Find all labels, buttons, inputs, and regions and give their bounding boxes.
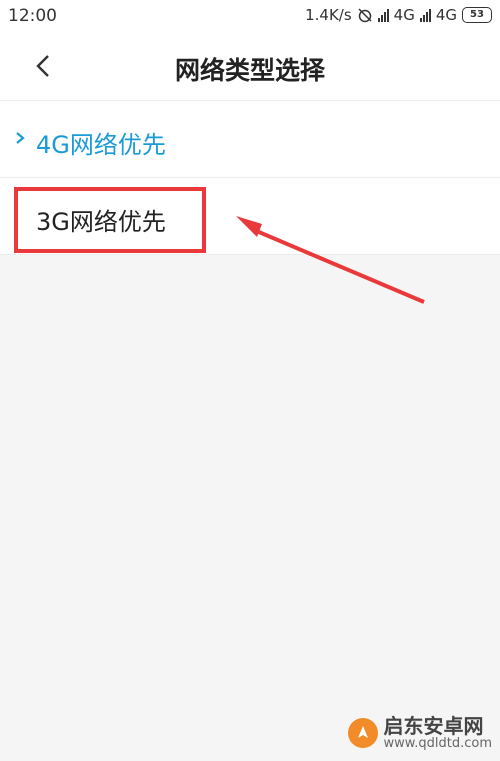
watermark-title: 启东安卓网 [383, 713, 484, 738]
watermark-url: www.qdldtd.com [383, 735, 492, 751]
option-4g[interactable]: 4G网络优先 [0, 101, 500, 178]
status-bar: 12:00 1.4K/s 4G 4G 53 [0, 0, 500, 34]
alarm-off-icon [358, 8, 372, 23]
network-type-2: 4G [435, 6, 457, 24]
header-bar: 网络类型选择 [0, 34, 500, 101]
option-label: 4G网络优先 [36, 131, 166, 159]
watermark: 启东安卓网 www.qdldtd.com [347, 715, 492, 751]
page-title: 网络类型选择 [174, 56, 325, 85]
network-speed: 1.4K/s [305, 6, 352, 24]
chevron-right-icon [16, 132, 25, 144]
battery-icon: 53 [462, 7, 492, 23]
signal-icon [419, 8, 431, 22]
signal-hd-icon [377, 8, 389, 22]
status-icons: 1.4K/s 4G 4G 53 [305, 6, 492, 24]
watermark-logo-icon [347, 717, 378, 748]
highlight-box [14, 187, 206, 253]
network-type-1: 4G [393, 6, 415, 24]
status-time: 12:00 [8, 6, 57, 26]
watermark-text: 启东安卓网 www.qdldtd.com [384, 715, 492, 751]
